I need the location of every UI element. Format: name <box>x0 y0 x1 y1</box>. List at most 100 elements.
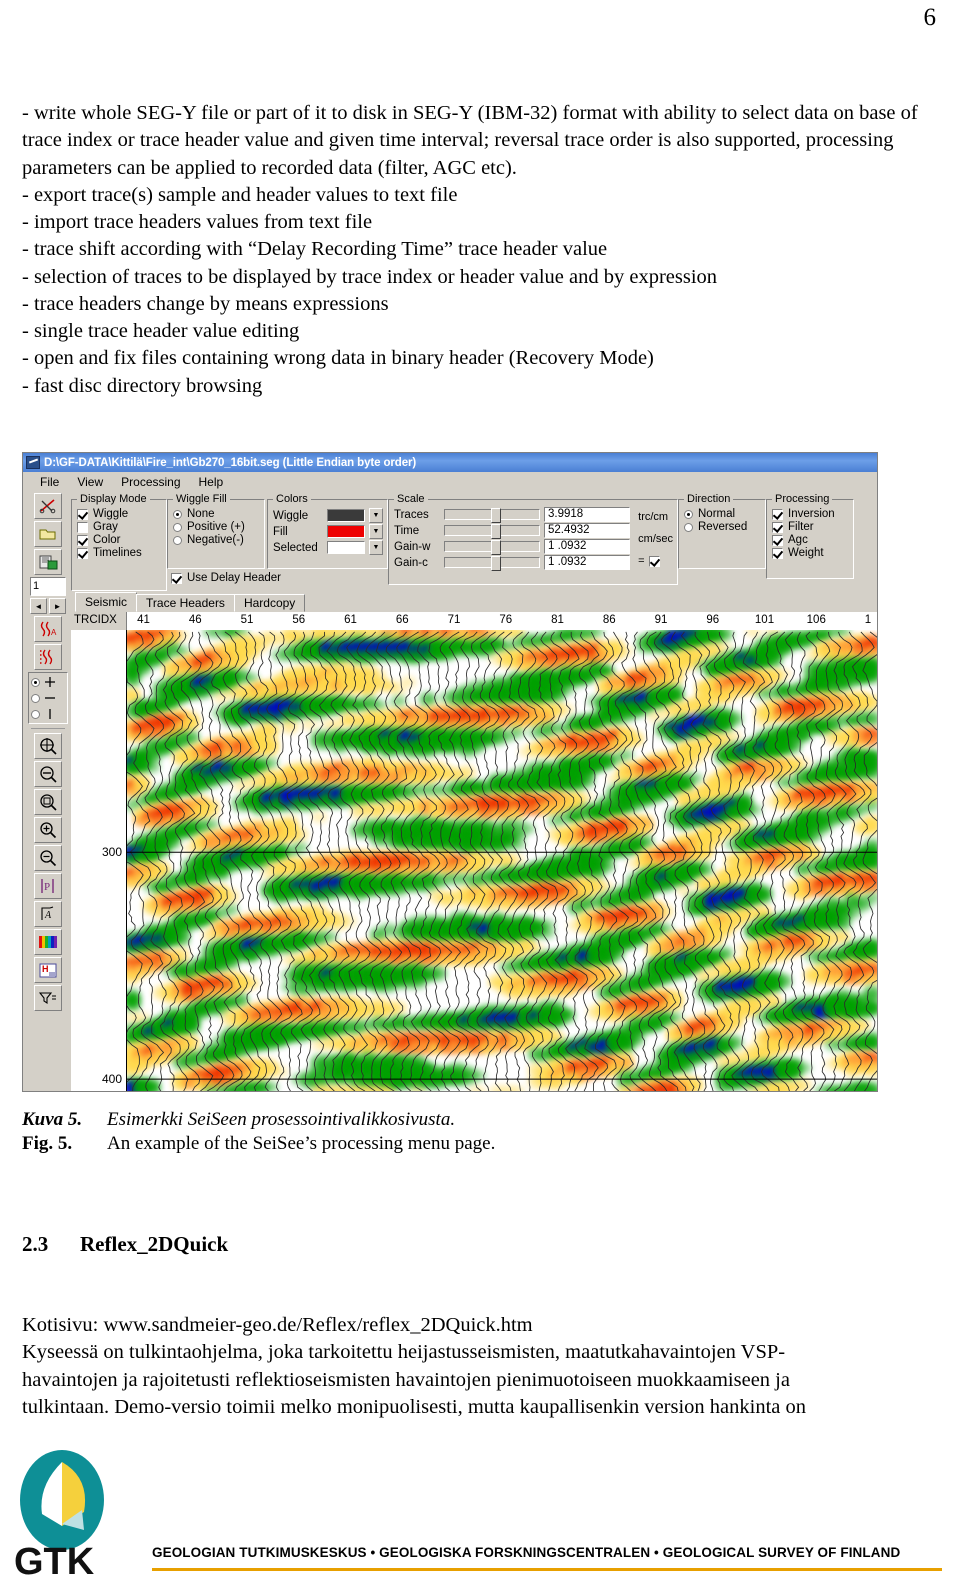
radio-label: Positive (+) <box>187 521 245 533</box>
trace-edit-2-icon[interactable] <box>34 644 62 670</box>
checkbox-icon <box>772 508 783 520</box>
menu-item-view[interactable]: View <box>68 474 112 490</box>
toolbar-divider <box>31 728 65 729</box>
unit-traces: trc/cm <box>638 511 669 523</box>
zoom-in-icon[interactable] <box>34 817 62 843</box>
wiggle-fill-legend: Wiggle Fill <box>176 493 227 505</box>
zoom-out-box-icon[interactable] <box>34 761 62 787</box>
radio-label: None <box>187 508 215 520</box>
previous-trace-button[interactable]: ◄ <box>30 598 47 614</box>
scale-value-gain-w[interactable]: 1 .0932 <box>544 539 630 554</box>
zoom-region-icon[interactable] <box>34 789 62 815</box>
print-icon[interactable]: P <box>34 873 62 899</box>
cursor-mode-radio-group <box>28 672 68 724</box>
section-body: Kotisivu: www.sandmeier-geo.de/Reflex/re… <box>22 1312 937 1421</box>
slider-time[interactable] <box>444 524 540 539</box>
palette-icon[interactable] <box>34 929 62 955</box>
radio-dot-icon <box>684 522 693 532</box>
trace-edit-icon[interactable]: A <box>34 616 62 642</box>
move-cross-icon <box>45 677 55 687</box>
checkbox-label: Weight <box>788 547 824 559</box>
seismic-plot[interactable]: 300 400 <box>71 630 877 1091</box>
checkbox-icon <box>77 547 88 559</box>
color-swatch-fill[interactable] <box>327 525 365 538</box>
radio-fill-none[interactable]: None <box>173 508 260 520</box>
radio-horizontal-mode[interactable] <box>31 692 65 704</box>
section-title: Reflex_2DQuick <box>80 1232 229 1256</box>
next-trace-button[interactable]: ► <box>49 598 66 614</box>
radio-vertical-mode[interactable] <box>31 708 65 720</box>
radio-dot-icon <box>684 509 693 519</box>
section-number: 2.3 <box>22 1232 49 1256</box>
caption-fi-text: Esimerkki SeiSeen prosessointivalikkosiv… <box>107 1109 456 1130</box>
chevron-down-icon[interactable]: ▼ <box>369 540 383 555</box>
scale-legend: Scale <box>397 493 425 505</box>
radio-label: Normal <box>698 508 736 520</box>
checkbox-color[interactable]: Color <box>77 534 162 546</box>
colors-group: Colors Wiggle ▼ Fill ▼ Selected ▼ <box>267 493 388 569</box>
caption-finnish: Kuva 5. Esimerkki SeiSeen prosessointiva… <box>22 1108 722 1132</box>
tab-trace-headers[interactable]: Trace Headers <box>136 594 235 612</box>
scale-label: Time <box>394 524 420 537</box>
radio-fill-positive[interactable]: Positive (+) <box>173 521 260 533</box>
scale-row-gain-w: Gain-w 1 .0932 <box>394 539 632 555</box>
checkbox-label: Use Delay Header <box>187 572 281 584</box>
tab-hardcopy[interactable]: Hardcopy <box>233 594 306 612</box>
header-icon[interactable]: H <box>34 957 62 983</box>
slider-gain-w[interactable] <box>444 540 540 555</box>
checkbox-gray[interactable]: Gray <box>77 521 162 533</box>
chevron-down-icon[interactable]: ▼ <box>369 524 383 539</box>
scale-label: Gain-w <box>394 540 431 553</box>
color-swatch-wiggle[interactable] <box>327 509 365 522</box>
open-file-icon[interactable] <box>34 521 62 547</box>
radio-pan-mode[interactable] <box>31 676 65 688</box>
tab-seismic[interactable]: Seismic <box>75 592 138 612</box>
radio-label: Reversed <box>698 521 748 533</box>
checkbox-timelines[interactable]: Timelines <box>77 547 162 559</box>
radio-direction-normal[interactable]: Normal <box>684 508 761 520</box>
checkbox-icon <box>772 534 783 546</box>
seisee-application-window: D:\GF-DATA\Kittilä\Fire_int\Gb270_16bit.… <box>22 452 878 1092</box>
checkbox-link-gains[interactable] <box>648 555 660 567</box>
trace-number-input[interactable]: 1 <box>30 577 66 596</box>
slider-traces[interactable] <box>444 508 540 523</box>
chevron-down-icon[interactable]: ▼ <box>369 508 383 523</box>
annotate-icon[interactable]: A <box>34 901 62 927</box>
scale-group: Scale Traces 3.9918 Time 52.4932 Gain-w … <box>388 493 678 585</box>
checkbox-wiggle[interactable]: Wiggle <box>77 508 162 520</box>
save-file-icon[interactable] <box>34 549 62 575</box>
menu-item-help[interactable]: Help <box>190 474 233 490</box>
scale-value-traces[interactable]: 3.9918 <box>544 507 630 522</box>
checkbox-weight[interactable]: Weight <box>772 547 849 559</box>
menu-item-processing[interactable]: Processing <box>112 474 189 490</box>
zoom-fit-icon[interactable] <box>34 733 62 759</box>
trace-index-tick: 61 <box>344 613 357 626</box>
display-mode-group: Display Mode Wiggle Gray Color Timelines <box>71 493 167 591</box>
checkbox-label: Color <box>93 534 121 546</box>
radio-direction-reversed[interactable]: Reversed <box>684 521 761 533</box>
checkbox-filter[interactable]: Filter <box>772 521 849 533</box>
prose-paragraph: - write whole SEG-Y file or part of it t… <box>22 102 918 179</box>
trace-index-tick: 66 <box>395 613 409 626</box>
zoom-out-icon[interactable] <box>34 845 62 871</box>
cut-traces-icon[interactable] <box>34 493 62 519</box>
radio-fill-negative[interactable]: Negative(-) <box>173 534 260 546</box>
color-label: Fill <box>273 525 288 538</box>
checkbox-use-delay-header[interactable]: Use Delay Header <box>171 572 281 584</box>
link-symbol: = <box>638 555 645 567</box>
scale-value-time[interactable]: 52.4932 <box>544 523 630 538</box>
unit-time: cm/sec <box>638 533 673 545</box>
direction-group: Direction Normal Reversed <box>678 493 766 569</box>
trace-index-tick: 86 <box>602 613 616 626</box>
checkbox-agc[interactable]: Agc <box>772 534 849 546</box>
filter-icon[interactable] <box>34 985 62 1011</box>
scale-value-gain-c[interactable]: 1 .0932 <box>544 555 630 570</box>
checkbox-label: Gray <box>93 521 118 533</box>
menu-item-file[interactable]: File <box>31 474 68 490</box>
color-swatch-selected[interactable] <box>327 541 365 554</box>
seismic-traces-canvas[interactable] <box>127 630 877 1091</box>
trace-index-tick: 51 <box>240 613 254 626</box>
radio-dot-icon <box>31 693 40 703</box>
checkbox-inversion[interactable]: Inversion <box>772 508 849 520</box>
slider-gain-c[interactable] <box>444 556 540 571</box>
